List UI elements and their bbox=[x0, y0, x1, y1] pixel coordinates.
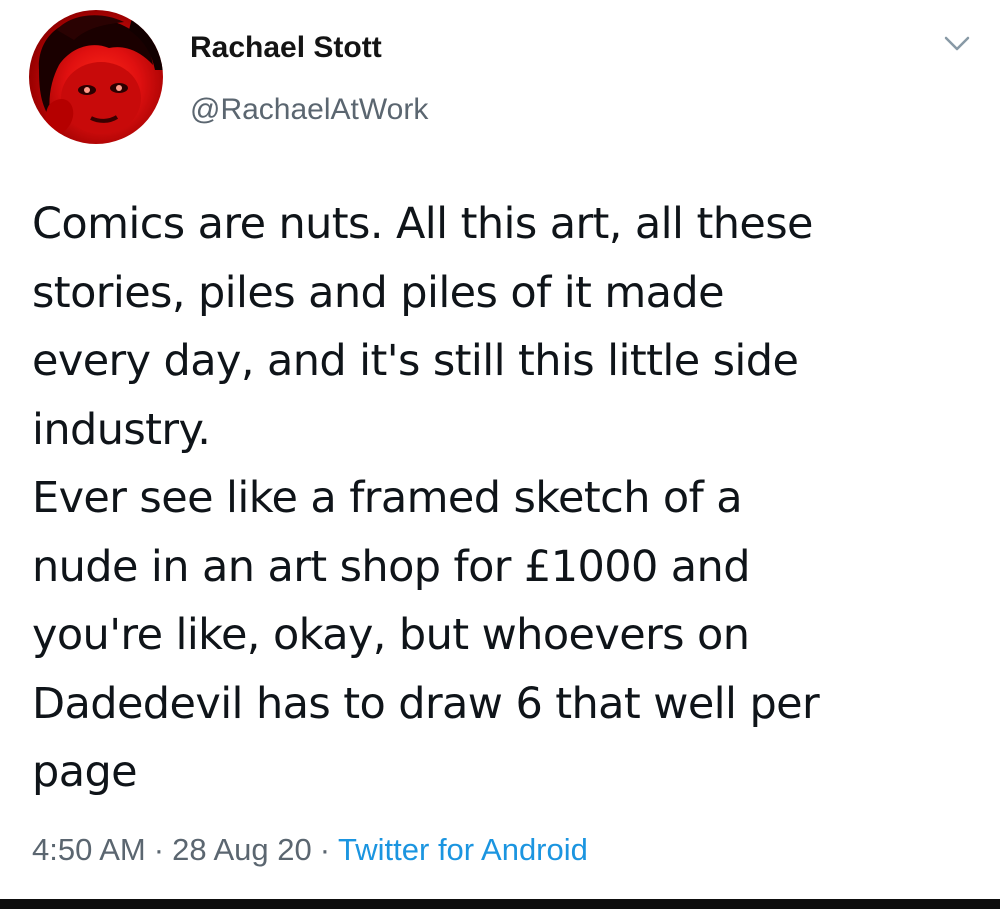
tweet-line: Dadedevil has to draw 6 that well per bbox=[32, 678, 820, 729]
tweet-date[interactable]: 28 Aug 20 bbox=[172, 832, 312, 867]
tweet-line: Ever see like a framed sketch of a bbox=[32, 473, 743, 523]
meta-separator: · bbox=[153, 832, 165, 867]
tweet-line: you're like, okay, but whoevers on bbox=[32, 610, 750, 660]
avatar[interactable] bbox=[29, 10, 163, 144]
tweet-line: nude in an art shop for £1000 and bbox=[32, 541, 751, 592]
author-name[interactable]: Rachael Stott bbox=[190, 31, 382, 65]
tweet-line: every day, and it's still this little si… bbox=[32, 336, 799, 386]
tweet-source-link[interactable]: Twitter for Android bbox=[338, 832, 588, 867]
tweet-text: Comics are nuts. All this art, all these… bbox=[32, 190, 982, 807]
chevron-down-icon[interactable] bbox=[940, 30, 974, 56]
bottom-border bbox=[0, 899, 1000, 909]
tweet-line: stories, piles and piles of it made bbox=[32, 267, 725, 318]
tweet-line: page bbox=[32, 747, 138, 797]
tweet-line: Comics are nuts. All this art, all these bbox=[32, 199, 813, 249]
tweet-time[interactable]: 4:50 AM bbox=[32, 832, 146, 867]
author-handle[interactable]: @RachaelAtWork bbox=[190, 93, 428, 127]
tweet-line: industry. bbox=[32, 404, 211, 455]
avatar-image bbox=[38, 10, 163, 136]
tweet-meta: 4:50 AM · 28 Aug 20 · Twitter for Android bbox=[32, 832, 588, 868]
meta-separator: · bbox=[319, 832, 331, 867]
tweet-card: Rachael Stott @RachaelAtWork Comics are … bbox=[0, 0, 1000, 899]
